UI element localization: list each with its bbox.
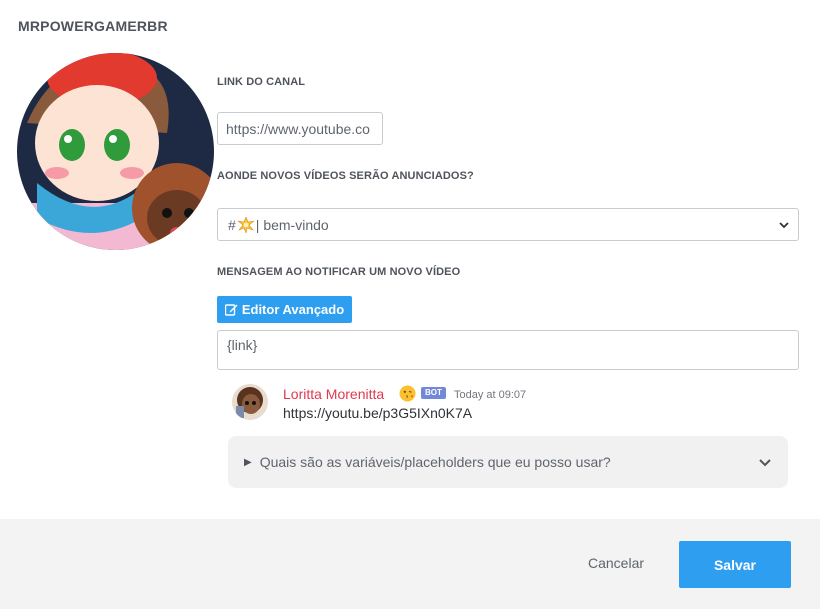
- channel-select[interactable]: # | bem-vindo: [217, 208, 799, 241]
- triangle-right-icon: ▶: [244, 456, 252, 468]
- channel-name: | bem-vindo: [255, 216, 329, 233]
- cancel-button[interactable]: Cancelar: [580, 555, 652, 573]
- channel-avatar: [17, 53, 214, 250]
- placeholders-details[interactable]: ▶ Quais são as variáveis/placeholders qu…: [228, 436, 788, 488]
- channel-label: AONDE NOVOS VÍDEOS SERÃO ANUNCIADOS?: [217, 170, 474, 182]
- modal-dialog: MRPOWERGAMERBR LINK DO CANAL AONDE NOVOS…: [0, 0, 820, 609]
- chevron-down-icon: [779, 222, 789, 229]
- preview-avatar: [232, 384, 268, 420]
- message-label: MENSAGEM AO NOTIFICAR UM NOVO VÍDEO: [217, 266, 461, 278]
- preview-author-name: Loritta Morenitta: [283, 386, 385, 402]
- kiss-face-emoji-icon: [399, 385, 416, 402]
- advanced-editor-button[interactable]: Editor Avançado: [217, 296, 352, 323]
- preview-message-content: https://youtu.be/p3G5IXn0K7A: [283, 405, 473, 421]
- channel-avatar-image: [17, 53, 214, 250]
- dialog-title: MRPOWERGAMERBR: [18, 18, 168, 34]
- explosion-emoji-icon: [236, 215, 255, 234]
- placeholders-summary: Quais são as variáveis/placeholders que …: [259, 454, 611, 470]
- edit-icon: [224, 304, 238, 316]
- channel-prefix: #: [228, 216, 236, 233]
- bot-badge: BOT: [421, 387, 446, 399]
- channel-link-input[interactable]: [217, 112, 383, 145]
- link-label: LINK DO CANAL: [217, 76, 306, 88]
- preview-timestamp: Today at 09:07: [454, 389, 527, 401]
- chevron-down-icon: [759, 459, 771, 467]
- advanced-editor-label: Editor Avançado: [241, 302, 345, 317]
- message-textarea[interactable]: {link}: [217, 330, 799, 370]
- save-button[interactable]: Salvar: [679, 541, 791, 588]
